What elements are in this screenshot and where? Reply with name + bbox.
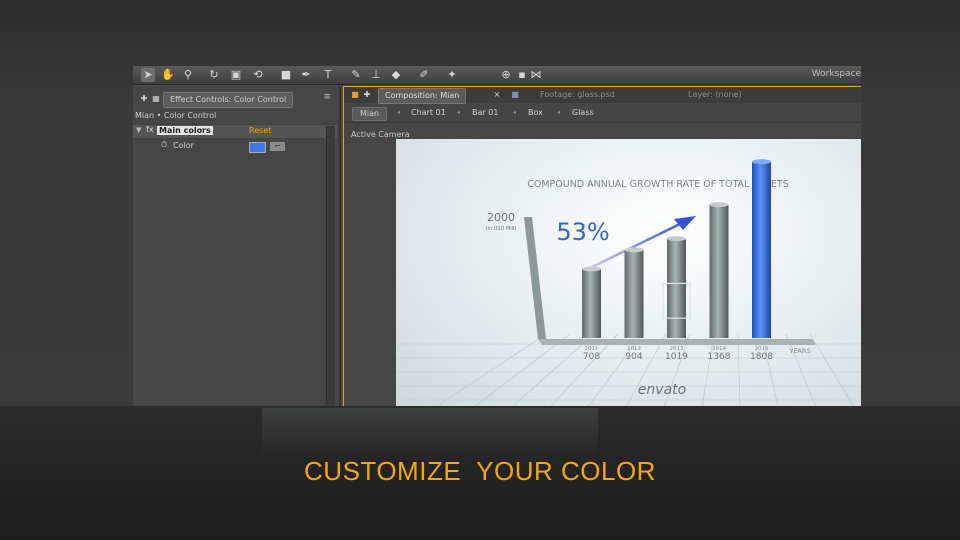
reset-link[interactable]: Reset: [249, 126, 271, 135]
composition-viewer[interactable]: COMPOUND ANNUAL GROWTH RATE OF TOTAL ASS…: [396, 139, 861, 406]
rectangle-tool-icon[interactable]: ■: [279, 68, 293, 82]
y-axis-bar: [524, 217, 546, 339]
effect-name-label[interactable]: Main colors: [157, 126, 213, 135]
rotate-tool-icon[interactable]: ↻: [207, 68, 221, 82]
close-tab-icon[interactable]: ×: [490, 88, 504, 102]
axis-mode-icon[interactable]: ⊕: [499, 68, 513, 82]
fx-toggle-icon[interactable]: fx: [146, 125, 154, 134]
chart-bar-cap: [582, 266, 601, 272]
chart-bar-2011: [582, 268, 601, 338]
hand-tool-icon[interactable]: ✋: [161, 68, 175, 82]
video-frame: ➤ ✋ ⚲ ↻ ▣ ⟲ ■ ✒ T ✎ ⊥ ◆ ✐ ✦ ⊕ ▪ ⋈ Worksp…: [0, 0, 960, 540]
y-unit-label: (in USD Mill): [486, 226, 517, 232]
bar-value-label: 1019: [665, 352, 688, 362]
floor-grid-line: [809, 333, 854, 406]
crumb-separator-icon: ◂: [557, 109, 561, 116]
bar-value-label: 708: [583, 352, 600, 362]
pan-behind-tool-icon[interactable]: ⟲: [251, 68, 265, 82]
eraser-tool-icon[interactable]: ◆: [389, 68, 403, 82]
roto-brush-tool-icon[interactable]: ✐: [417, 68, 431, 82]
chart-bar-cap: [624, 247, 644, 253]
headline-percent: 53%: [556, 218, 609, 246]
bar-value-label: 1368: [708, 352, 731, 362]
growth-arrow-head: [674, 216, 696, 230]
color-swatch[interactable]: [249, 142, 266, 153]
world-axis-icon[interactable]: ⋈: [529, 68, 543, 82]
composition-tabs: ■ ✚ Composition: Mian × ■ Footage: glass…: [344, 87, 861, 104]
bar-value-label: 904: [625, 352, 642, 362]
chart-bar-cap: [709, 202, 729, 208]
pen-tool-icon[interactable]: ✒: [299, 68, 313, 82]
floor-grid-line: [436, 333, 547, 406]
color-property-row: ⏱ Color ⌐: [133, 139, 337, 153]
effect-row-main-colors[interactable]: ▼ fx Main colors Reset: [133, 124, 337, 139]
stopwatch-icon[interactable]: ⏱: [161, 140, 167, 150]
lock-icon[interactable]: ✚: [360, 88, 374, 102]
brush-tool-icon[interactable]: ✎: [349, 68, 363, 82]
crumb-separator-icon: ◂: [397, 109, 401, 116]
color-property-label: Color: [173, 141, 194, 150]
caption-text: CUSTOMIZE YOUR COLOR: [304, 456, 656, 486]
crumb-separator-icon: ◂: [457, 109, 461, 116]
selection-tool-icon[interactable]: ➤: [141, 68, 155, 82]
camera-tool-icon[interactable]: ▣: [229, 68, 243, 82]
crumb-separator-icon: ◂: [513, 109, 517, 116]
bar-value-label: 1808: [750, 352, 773, 362]
active-camera-label: Active Camera: [351, 130, 410, 139]
after-effects-window: ➤ ✋ ⚲ ↻ ▣ ⟲ ■ ✒ T ✎ ⊥ ◆ ✐ ✦ ⊕ ▪ ⋈ Worksp…: [133, 66, 861, 406]
tab-footage[interactable]: Footage: glass.psd: [534, 88, 621, 102]
viewer-reflection: [262, 408, 598, 458]
chart-bar-2014: [709, 204, 729, 338]
tab-layer[interactable]: Layer: (none): [682, 88, 748, 102]
crumb-glass[interactable]: Glass: [565, 107, 601, 119]
x-axis-base: [538, 339, 816, 345]
zoom-tool-icon[interactable]: ⚲: [181, 68, 195, 82]
footage-icon: ■: [511, 90, 519, 99]
tools-toolbar: ➤ ✋ ⚲ ↻ ▣ ⟲ ■ ✒ T ✎ ⊥ ◆ ✐ ✦ ⊕ ▪ ⋈ Worksp…: [133, 66, 861, 85]
clone-stamp-tool-icon[interactable]: ⊥: [369, 68, 383, 82]
tab-composition[interactable]: Composition: Mian: [378, 88, 467, 104]
x-axis-label: YEARS: [788, 347, 810, 355]
crumb-mian[interactable]: Mian: [352, 107, 388, 121]
workspace-label[interactable]: Workspace: [812, 69, 861, 79]
puppet-tool-icon[interactable]: ✦: [445, 68, 459, 82]
type-tool-icon[interactable]: T: [321, 68, 335, 82]
chart-svg: COMPOUND ANNUAL GROWTH RATE OF TOTAL ASS…: [396, 159, 861, 406]
panel-scrollbar[interactable]: [326, 126, 335, 406]
envato-watermark: envato: [638, 382, 686, 398]
effect-controls-panel: ✚ ▦ Effect Controls: Color Control ≡ Mia…: [133, 86, 341, 406]
chart-bar-2015: [752, 161, 771, 338]
composition-panel: ■ ✚ Composition: Mian × ■ Footage: glass…: [343, 86, 861, 406]
eyedropper-icon[interactable]: ⌐: [270, 142, 285, 151]
chart-bar-cap: [752, 159, 771, 165]
effect-breadcrumb: Mian • Color Control: [135, 111, 217, 120]
panel-fx-icon: ▦: [152, 94, 160, 103]
chart-bar-2013: [667, 238, 686, 338]
local-axis-icon[interactable]: ▪: [515, 68, 529, 82]
chart-bar-cap: [667, 236, 686, 242]
chart-bar-2012: [624, 249, 644, 338]
crumb-chart[interactable]: Chart 01: [404, 107, 453, 119]
crumb-bar[interactable]: Bar 01: [465, 107, 505, 119]
y-max-label: 2000: [487, 211, 515, 224]
crumb-box[interactable]: Box: [521, 107, 550, 119]
panel-menu-icon[interactable]: ≡: [323, 92, 331, 102]
effect-controls-tab[interactable]: Effect Controls: Color Control: [163, 92, 294, 108]
chart-title: COMPOUND ANNUAL GROWTH RATE OF TOTAL ASS…: [527, 179, 789, 190]
disclosure-triangle-icon[interactable]: ▼: [136, 126, 141, 134]
composition-breadcrumbs: Mian ◂ Chart 01 ◂ Bar 01 ◂ Box ◂ Glass: [344, 104, 861, 123]
